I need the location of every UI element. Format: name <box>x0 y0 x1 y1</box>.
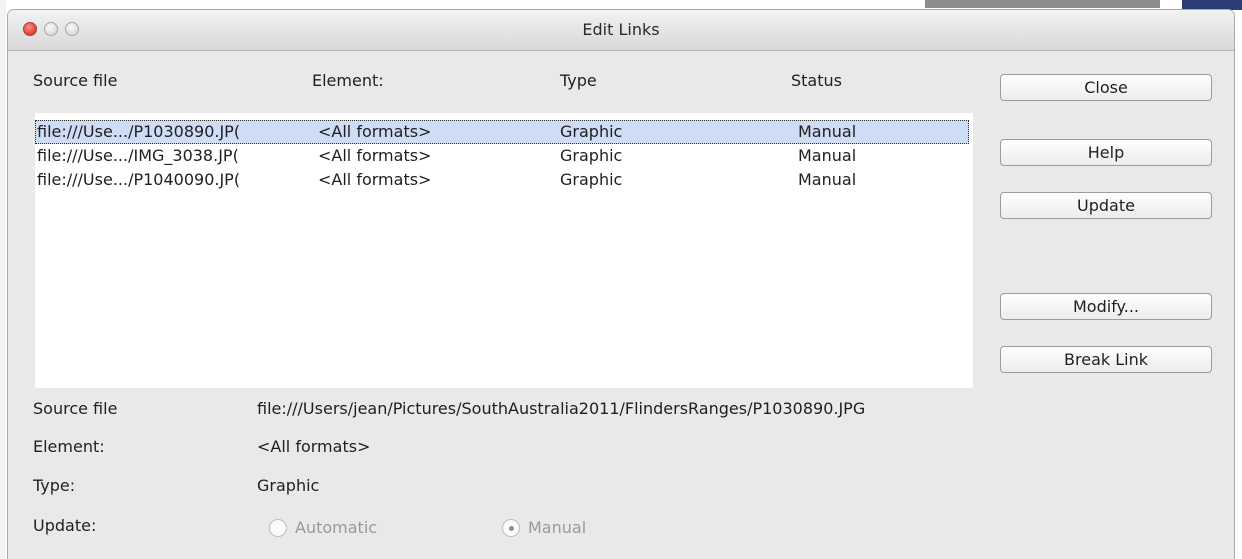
column-header-element: Element: <box>312 71 384 90</box>
manual-radio[interactable] <box>502 519 520 537</box>
link-row-status: Manual <box>798 170 857 189</box>
background-window-edge-blue <box>1182 0 1242 10</box>
modify-button[interactable]: Modify... <box>1000 293 1212 320</box>
link-row-element: <All formats> <box>318 170 432 189</box>
type-value: Graphic <box>257 476 320 495</box>
link-row-type: Graphic <box>560 122 623 141</box>
link-row-source: file:///Use.../P1040090.JP( <box>37 170 241 189</box>
link-row-status: Manual <box>798 122 857 141</box>
break-link-button[interactable]: Break Link <box>1000 346 1212 373</box>
help-button[interactable]: Help <box>1000 139 1212 166</box>
automatic-radio-label: Automatic <box>295 518 378 537</box>
element-label: Element: <box>33 437 105 456</box>
link-row-element: <All formats> <box>318 122 432 141</box>
links-list[interactable]: file:///Use.../P1030890.JP( <All formats… <box>35 113 973 388</box>
link-row-source: file:///Use.../IMG_3038.JP( <box>37 146 239 165</box>
link-row-element: <All formats> <box>318 146 432 165</box>
window-title: Edit Links <box>582 20 660 39</box>
source-file-label: Source file <box>33 399 118 418</box>
link-row[interactable]: file:///Use.../IMG_3038.JP( <All formats… <box>35 144 969 168</box>
link-row-type: Graphic <box>560 146 623 165</box>
column-header-source: Source file <box>33 71 118 90</box>
update-button[interactable]: Update <box>1000 192 1212 219</box>
edit-links-dialog: Edit Links Source file Element: Type Sta… <box>8 10 1234 559</box>
column-header-status: Status <box>791 71 842 90</box>
title-bar: Edit Links <box>8 10 1234 51</box>
link-row-selected[interactable]: file:///Use.../P1030890.JP( <All formats… <box>35 120 969 144</box>
radio-selected-dot <box>509 526 514 531</box>
background-strip <box>0 0 6 559</box>
update-label: Update: <box>33 516 97 535</box>
automatic-radio[interactable] <box>269 519 287 537</box>
link-row-source: file:///Use.../P1030890.JP( <box>37 122 241 141</box>
link-row-type: Graphic <box>560 170 623 189</box>
element-value: <All formats> <box>257 437 371 456</box>
link-row[interactable]: file:///Use.../P1040090.JP( <All formats… <box>35 168 969 192</box>
manual-radio-label: Manual <box>528 518 587 537</box>
source-file-value: file:///Users/jean/Pictures/SouthAustral… <box>257 399 866 418</box>
close-button[interactable]: Close <box>1000 74 1212 101</box>
type-label: Type: <box>33 476 76 495</box>
column-header-type: Type <box>560 71 597 90</box>
background-window-edge <box>925 0 1160 8</box>
link-row-status: Manual <box>798 146 857 165</box>
